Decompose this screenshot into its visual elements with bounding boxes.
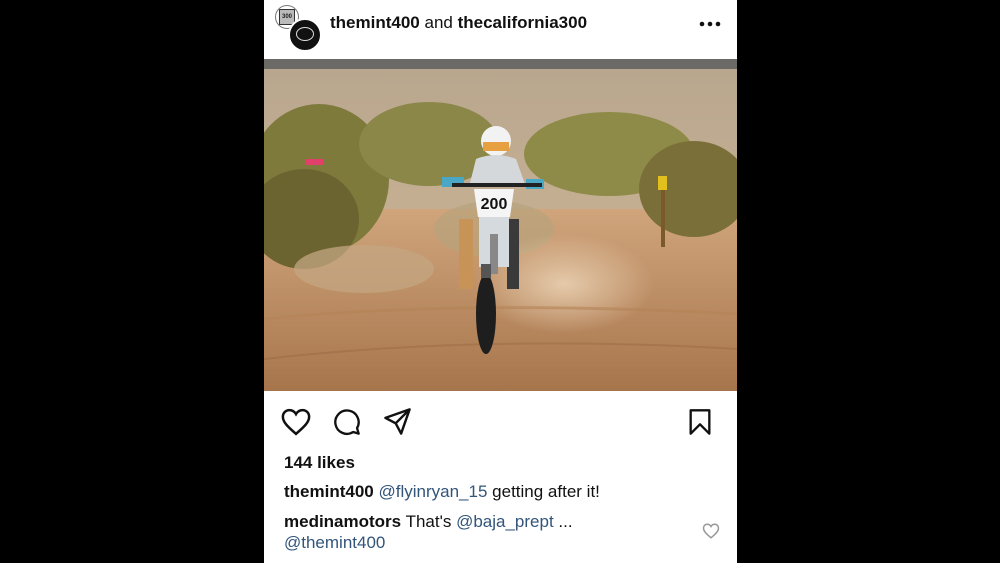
account-link-primary[interactable]: themint400 <box>330 13 420 32</box>
caption-mention[interactable]: @flyinryan_15 <box>378 482 487 501</box>
post-caption: themint400 @flyinryan_15 getting after i… <box>284 482 600 502</box>
comment-text: That's <box>405 512 452 531</box>
comment-mention-2[interactable]: @themint400 <box>284 533 385 552</box>
post-header: 300 themint400 and thecalifornia300 <box>264 0 737 59</box>
caption-username[interactable]: themint400 <box>284 482 374 501</box>
heart-icon[interactable] <box>281 408 311 436</box>
like-count[interactable]: 144 likes <box>284 453 355 473</box>
avatar-logo <box>296 27 314 41</box>
instagram-post: 300 themint400 and thecalifornia300 200 … <box>264 0 737 563</box>
bookmark-icon[interactable] <box>688 408 712 436</box>
comment-mention-1[interactable]: @baja_prept <box>456 512 554 531</box>
comment-icon[interactable] <box>333 408 361 436</box>
action-bar <box>264 392 737 452</box>
authors-conjunction: and <box>424 13 453 32</box>
account-link-secondary[interactable]: thecalifornia300 <box>458 13 587 32</box>
post-authors: themint400 and thecalifornia300 <box>330 13 587 33</box>
bib-number: 200 <box>481 196 508 213</box>
comment-ellipsis: ... <box>558 512 573 531</box>
post-photo[interactable]: 200 <box>264 59 737 391</box>
heart-icon[interactable] <box>702 522 720 540</box>
more-options-icon[interactable] <box>696 12 724 36</box>
top-comment: medinamotors That's @baja_prept ... @the… <box>284 511 704 553</box>
caption-text: getting after it! <box>492 482 600 501</box>
send-icon[interactable] <box>383 407 412 436</box>
collab-avatars[interactable]: 300 <box>274 4 322 52</box>
avatar-themint400[interactable] <box>288 18 322 52</box>
comment-username[interactable]: medinamotors <box>284 512 401 531</box>
